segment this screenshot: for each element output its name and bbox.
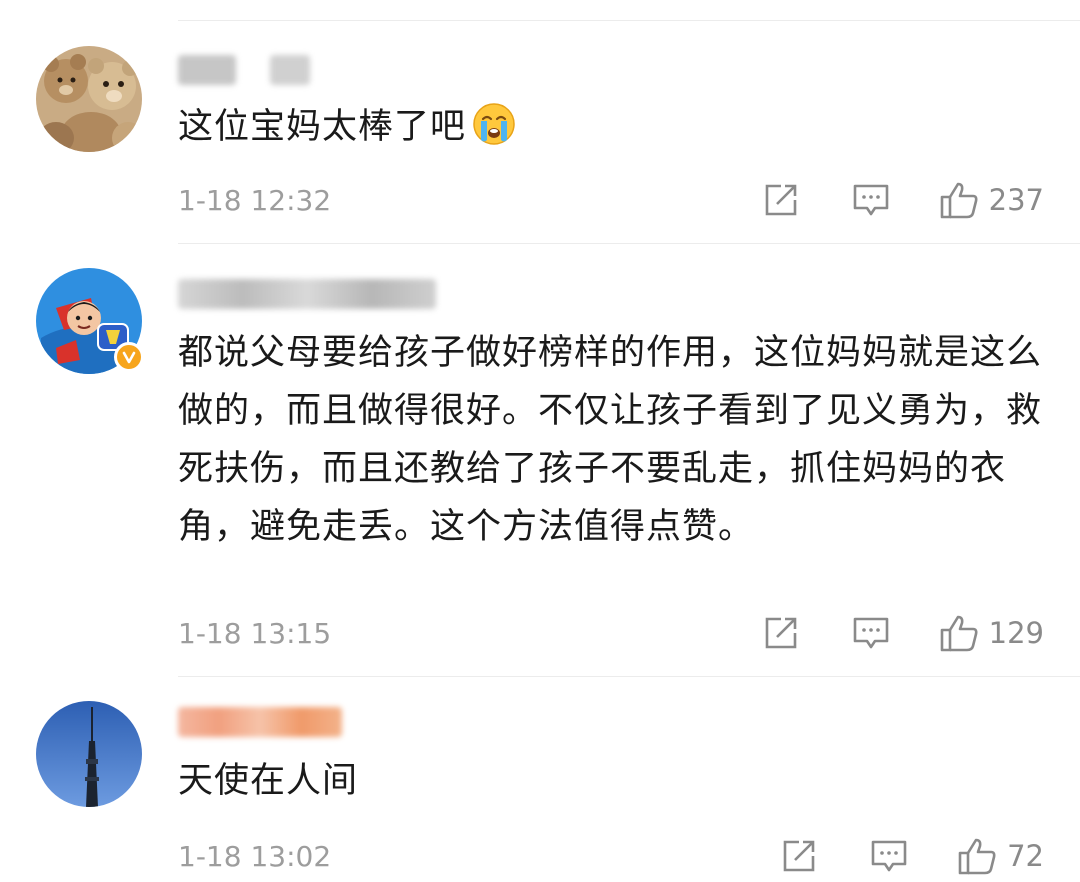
divider (178, 676, 1080, 677)
divider (178, 243, 1080, 244)
username-redacted[interactable] (178, 272, 436, 316)
thumbs-up-icon[interactable] (939, 613, 979, 653)
comment-meta: 1-18 13:02 72 (178, 834, 1044, 878)
crying-face-emoji-icon (472, 102, 516, 164)
username-redacted[interactable] (178, 700, 342, 744)
comment-meta: 1-18 13:15 129 (178, 611, 1044, 655)
teddy-bears-avatar-image (36, 46, 142, 152)
comment-time: 1-18 13:15 (178, 616, 332, 650)
comment-actions: 72 (779, 836, 1044, 876)
comment-list: 这位宝妈太棒了吧 1-18 12:32 237 都说父母要给孩子做好榜样的作用，… (0, 0, 1080, 882)
reply-icon[interactable] (851, 180, 891, 220)
like-count: 129 (988, 616, 1044, 650)
username-redacted[interactable] (178, 48, 310, 92)
comment-meta: 1-18 12:32 237 (178, 178, 1044, 222)
comment-actions: 129 (761, 613, 1044, 653)
thumbs-up-icon[interactable] (939, 180, 979, 220)
share-icon[interactable] (779, 836, 819, 876)
comment-text-row: 这位宝妈太棒了吧 (178, 98, 1040, 164)
share-icon[interactable] (761, 613, 801, 653)
avatar[interactable] (36, 268, 144, 374)
avatar[interactable] (36, 46, 142, 152)
comment-text: 天使在人间 (178, 761, 359, 801)
reply-icon[interactable] (851, 613, 891, 653)
verified-badge-icon (114, 342, 144, 372)
comment-text: 都说父母要给孩子做好榜样的作用，这位妈妈就是这么做的，而且做得很好。不仅让孩子看… (178, 333, 1043, 547)
comment-actions: 237 (761, 180, 1044, 220)
thumbs-up-icon[interactable] (957, 836, 997, 876)
like-count: 237 (988, 183, 1044, 217)
like-count: 72 (1007, 839, 1044, 873)
divider (178, 20, 1080, 21)
tower-sky-avatar-image (36, 701, 142, 807)
comment-time: 1-18 13:02 (178, 839, 332, 873)
comment-text: 这位宝妈太棒了吧 (178, 107, 467, 147)
avatar[interactable] (36, 701, 142, 807)
comment-time: 1-18 12:32 (178, 183, 332, 217)
reply-icon[interactable] (869, 836, 909, 876)
share-icon[interactable] (761, 180, 801, 220)
